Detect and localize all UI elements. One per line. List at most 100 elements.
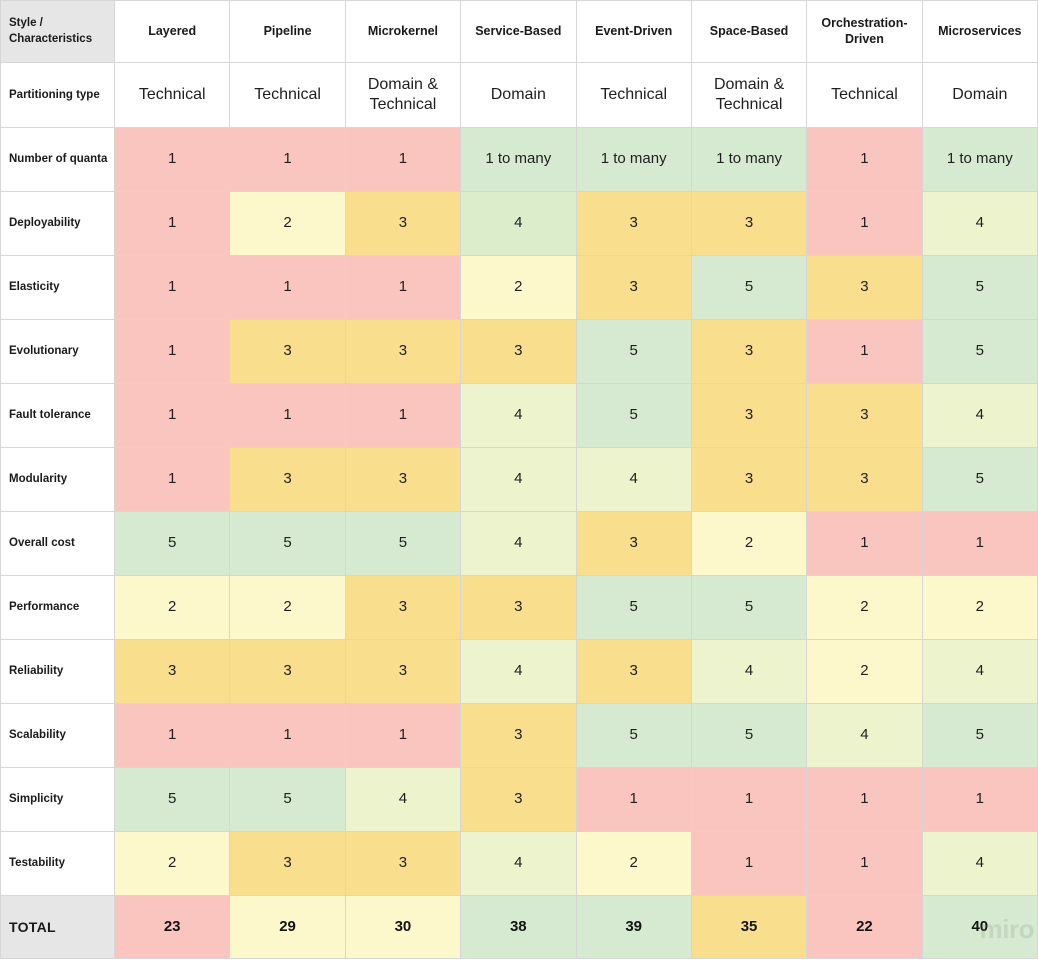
table-cell: 1 bbox=[691, 768, 808, 832]
table-cell: 1 bbox=[115, 256, 231, 320]
column-header-event-driven: Event-Driven bbox=[576, 0, 692, 63]
table-cell: 3 bbox=[115, 640, 231, 704]
total-cell: 40 bbox=[922, 896, 1038, 959]
table-cell: 4 bbox=[691, 640, 808, 704]
table-cell: 1 bbox=[230, 704, 346, 768]
table-cell: 1 to many bbox=[576, 128, 692, 192]
architecture-comparison-table: Style / Characteristics Layered Pipeline Mi… bbox=[0, 0, 1038, 963]
table-cell: 3 bbox=[345, 448, 462, 512]
table-cell: 3 bbox=[691, 448, 808, 512]
table-cell: 3 bbox=[691, 192, 808, 256]
table-cell: 3 bbox=[807, 384, 923, 448]
table-cell: 1 to many bbox=[691, 128, 808, 192]
table-cell: 1 bbox=[922, 512, 1038, 576]
table-cell: Domain & Technical bbox=[691, 63, 808, 128]
table-cell: 4 bbox=[807, 704, 923, 768]
row-header-reliability: Reliability bbox=[0, 640, 115, 704]
table-cell: 1 bbox=[115, 128, 231, 192]
table-cell: Domain bbox=[922, 63, 1038, 128]
table-cell: Technical bbox=[576, 63, 692, 128]
table-cell: 5 bbox=[115, 512, 231, 576]
table-cell: 1 bbox=[345, 704, 462, 768]
table-cell: 1 bbox=[922, 768, 1038, 832]
table-corner-header: Style / Characteristics bbox=[0, 0, 115, 63]
row-header-testability: Testability bbox=[0, 832, 115, 896]
table-cell: 3 bbox=[230, 320, 346, 384]
table-cell: Domain & Technical bbox=[345, 63, 462, 128]
table-cell: 3 bbox=[461, 768, 577, 832]
table-cell: 4 bbox=[922, 384, 1038, 448]
table-cell: 5 bbox=[576, 704, 692, 768]
table-cell: 3 bbox=[576, 192, 692, 256]
table-cell: 3 bbox=[576, 256, 692, 320]
table-cell: 3 bbox=[230, 832, 346, 896]
table-cell: 3 bbox=[345, 576, 462, 640]
table-cell: 1 bbox=[345, 128, 462, 192]
total-cell: 23 bbox=[115, 896, 231, 959]
table-cell: 1 bbox=[230, 384, 346, 448]
table-cell: 2 bbox=[115, 832, 231, 896]
row-header-scalability: Scalability bbox=[0, 704, 115, 768]
row-header-modularity: Modularity bbox=[0, 448, 115, 512]
table-cell: 5 bbox=[922, 320, 1038, 384]
table-cell: 4 bbox=[461, 448, 577, 512]
row-header-total: TOTAL bbox=[0, 896, 115, 959]
table-cell: 1 bbox=[345, 384, 462, 448]
total-cell: 39 bbox=[576, 896, 692, 959]
table-cell: 4 bbox=[461, 832, 577, 896]
table-cell: 1 to many bbox=[461, 128, 577, 192]
table-cell: 5 bbox=[576, 576, 692, 640]
column-header-space-based: Space-Based bbox=[691, 0, 808, 63]
table-cell: 2 bbox=[922, 576, 1038, 640]
table-cell: Technical bbox=[115, 63, 231, 128]
table-cell: 4 bbox=[461, 192, 577, 256]
table-cell: 1 to many bbox=[922, 128, 1038, 192]
table-cell: 4 bbox=[922, 640, 1038, 704]
table-cell: 3 bbox=[345, 640, 462, 704]
table-cell: 2 bbox=[230, 576, 346, 640]
table-cell: 2 bbox=[807, 576, 923, 640]
row-header-partitioning-type: Partitioning type bbox=[0, 63, 115, 128]
table-cell: 4 bbox=[922, 832, 1038, 896]
table-cell: 2 bbox=[115, 576, 231, 640]
column-header-layered: Layered bbox=[115, 0, 231, 63]
column-header-orchestration-driven: Orchestration-Driven bbox=[807, 0, 923, 63]
table-cell: 1 bbox=[807, 192, 923, 256]
table-cell: 1 bbox=[576, 768, 692, 832]
row-header-deployability: Deployability bbox=[0, 192, 115, 256]
table-cell: 1 bbox=[807, 320, 923, 384]
table-cell: 2 bbox=[576, 832, 692, 896]
table-cell: 5 bbox=[345, 512, 462, 576]
table-cell: 1 bbox=[115, 704, 231, 768]
table-cell: 5 bbox=[922, 256, 1038, 320]
table-cell: 1 bbox=[691, 832, 808, 896]
table-cell: 5 bbox=[922, 704, 1038, 768]
table-cell: 1 bbox=[807, 768, 923, 832]
column-header-microkernel: Microkernel bbox=[345, 0, 462, 63]
row-header-overall-cost: Overall cost bbox=[0, 512, 115, 576]
row-header-performance: Performance bbox=[0, 576, 115, 640]
table-cell: Technical bbox=[230, 63, 346, 128]
table-cell: 3 bbox=[345, 832, 462, 896]
column-header-service-based: Service-Based bbox=[461, 0, 577, 63]
table-cell: 1 bbox=[230, 256, 346, 320]
row-header-evolutionary: Evolutionary bbox=[0, 320, 115, 384]
table-cell: 1 bbox=[345, 256, 462, 320]
table-cell: 3 bbox=[807, 448, 923, 512]
table-cell: 3 bbox=[461, 704, 577, 768]
table-cell: 1 bbox=[807, 512, 923, 576]
table-cell: 1 bbox=[230, 128, 346, 192]
table-cell: 5 bbox=[691, 704, 808, 768]
table-cell: 1 bbox=[807, 832, 923, 896]
table-cell: 3 bbox=[807, 256, 923, 320]
table-cell: Domain bbox=[461, 63, 577, 128]
table-cell: 3 bbox=[461, 576, 577, 640]
table-cell: 1 bbox=[115, 320, 231, 384]
table-cell: 4 bbox=[576, 448, 692, 512]
table-cell: 1 bbox=[115, 448, 231, 512]
table-cell: 5 bbox=[230, 512, 346, 576]
total-cell: 30 bbox=[345, 896, 462, 959]
total-cell: 22 bbox=[807, 896, 923, 959]
table-cell: 1 bbox=[115, 384, 231, 448]
row-header-fault-tolerance: Fault tolerance bbox=[0, 384, 115, 448]
